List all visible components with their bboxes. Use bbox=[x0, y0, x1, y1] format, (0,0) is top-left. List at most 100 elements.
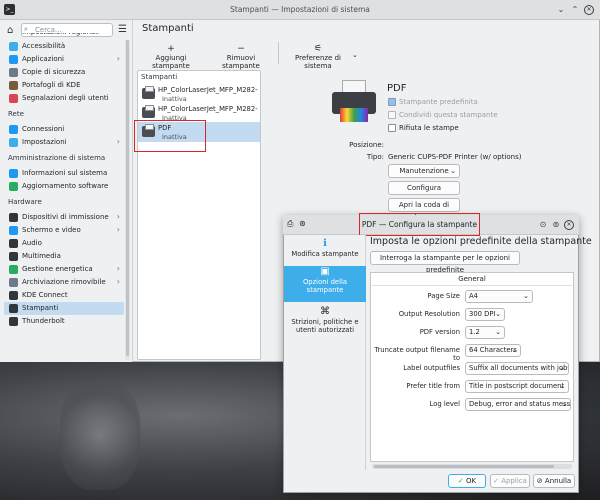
sidebar-item-icon bbox=[9, 213, 18, 222]
toolbar-separator bbox=[278, 42, 279, 64]
sidebar-item-archiviazione-rimovibile[interactable]: Archiviazione rimovibile › bbox=[4, 276, 124, 289]
sidebar-section-header: Rete bbox=[8, 110, 24, 118]
sidebar-item-thunderbolt[interactable]: Thunderbolt bbox=[4, 315, 124, 328]
add-printer-button[interactable]: + Aggiungi stampante bbox=[140, 44, 202, 70]
option-label: PDF version bbox=[419, 328, 460, 336]
sidebar-section-header: Hardware bbox=[8, 198, 42, 206]
apply-label: Applica bbox=[501, 477, 527, 485]
sidebar-scrollbar-thumb[interactable] bbox=[126, 40, 129, 356]
close-icon[interactable]: ✕ bbox=[584, 5, 594, 15]
configure-button[interactable]: Configura bbox=[388, 181, 460, 195]
sidebar-item-label: Thunderbolt bbox=[22, 317, 65, 325]
printer-row[interactable]: HP_ColorLaserJet_MFP_M282-M2...Inattiva bbox=[138, 84, 260, 104]
sidebar-item-icon bbox=[9, 42, 18, 51]
maximize-icon[interactable]: ⌃ bbox=[570, 5, 580, 15]
chevron-down-icon: ⌄ bbox=[495, 328, 501, 336]
sidebar-item-label: Dispositivi di immissione bbox=[22, 213, 109, 221]
options-scrollbar-thumb[interactable] bbox=[374, 465, 554, 468]
chevron-right-icon: › bbox=[116, 277, 120, 286]
option-select[interactable]: Title in postscript document ⌄ bbox=[465, 380, 569, 393]
sidebar-item-label: Segnalazioni degli utenti bbox=[22, 94, 109, 102]
type-value: Generic CUPS-PDF Printer (w/ options) bbox=[388, 153, 522, 161]
option-select[interactable]: 64 Characters ⌄ bbox=[465, 344, 521, 357]
chevron-right-icon: › bbox=[116, 54, 120, 63]
sidebar-item-applicazioni[interactable]: Applicazioni › bbox=[4, 53, 124, 66]
dialog-side-printer-options[interactable]: ▣ Opzioni della stampante bbox=[284, 266, 366, 302]
apply-button[interactable]: ✓ Applica bbox=[490, 474, 530, 488]
info-icon: ℹ bbox=[323, 238, 327, 249]
sidebar-item-dispositivi-di-immissione[interactable]: Dispositivi di immissione › bbox=[4, 211, 124, 224]
apply-icon: ✓ bbox=[493, 477, 499, 485]
printer-row-name: HP_ColorLaserJet_MFP_M282-M2... bbox=[158, 86, 258, 94]
sidebar-item-label: Aggiornamento software bbox=[22, 182, 109, 190]
sidebar-item-kde-connect[interactable]: KDE Connect bbox=[4, 289, 124, 302]
chevron-down-icon: ⌄ bbox=[559, 364, 565, 372]
reject-jobs-checkbox[interactable] bbox=[388, 124, 396, 132]
sidebar-item-label: Impostazioni bbox=[22, 138, 67, 146]
cancel-button[interactable]: ⊘ Annulla bbox=[533, 474, 575, 488]
dialog-help-icon[interactable]: ⊙ bbox=[538, 220, 548, 230]
dialog-side-restrictions[interactable]: ⌘ Strizioni, politiche e utenti autorizz… bbox=[284, 306, 366, 342]
maintenance-label: Manutenzione bbox=[399, 167, 449, 175]
option-value: 1.2 bbox=[469, 328, 480, 336]
query-printer-button[interactable]: Interroga la stampante per le opzioni pr… bbox=[370, 251, 520, 274]
chevron-right-icon: › bbox=[116, 212, 120, 221]
sidebar-item-icon bbox=[9, 81, 18, 90]
sidebar-item-impostazioni[interactable]: Impostazioni › bbox=[4, 136, 124, 149]
sidebar-item-schermo-e-video[interactable]: Schermo e video › bbox=[4, 224, 124, 237]
sidebar-item-copie-di-sicurezza[interactable]: Copie di sicurezza bbox=[4, 66, 124, 79]
option-select[interactable]: 300 DPI ⌄ bbox=[465, 308, 505, 321]
ok-button[interactable]: ✓ OK bbox=[448, 474, 486, 488]
sidebar-item-icon bbox=[9, 125, 18, 134]
dialog-maximize-icon[interactable]: ⊚ bbox=[551, 220, 561, 230]
sidebar-item-aggiornamento-software[interactable]: Aggiornamento software bbox=[4, 180, 124, 193]
maintenance-button[interactable]: Manutenzione ⌄ bbox=[388, 164, 460, 178]
system-preferences-button[interactable]: ⚟ Preferenze di sistema bbox=[282, 44, 354, 70]
sidebar-item-partial[interactable]: Impostazioni regionali bbox=[4, 33, 124, 40]
cancel-icon: ⊘ bbox=[536, 477, 543, 485]
share-printer-checkbox[interactable] bbox=[388, 111, 396, 119]
dialog-side-modify-printer[interactable]: ℹ Modifica stampante bbox=[284, 238, 366, 266]
option-label: Label outputfiles bbox=[403, 364, 460, 372]
sidebar-item-label: Copie di sicurezza bbox=[22, 68, 86, 76]
check-icon: ✓ bbox=[457, 477, 464, 485]
sidebar-item-accessibilit-[interactable]: Accessibilità bbox=[4, 40, 124, 53]
sidebar-section-header: Amministrazione di sistema bbox=[8, 154, 106, 162]
printer-row-status: Inattiva bbox=[162, 95, 187, 103]
sidebar-item-icon bbox=[9, 138, 18, 147]
sidebar-item-audio[interactable]: Audio bbox=[4, 237, 124, 250]
sidebar-item-informazioni-sul-sistema[interactable]: Informazioni sul sistema bbox=[4, 167, 124, 180]
sidebar-item-portafogli-di-kde[interactable]: Portafogli di KDE bbox=[4, 79, 124, 92]
option-label: Log level bbox=[429, 400, 460, 408]
sidebar-item-gestione-energetica[interactable]: Gestione energetica › bbox=[4, 263, 124, 276]
sidebar-item-connessioni[interactable]: Connessioni bbox=[4, 123, 124, 136]
dialog-close-icon[interactable]: ✕ bbox=[564, 220, 574, 230]
chevron-down-icon: ⌄ bbox=[450, 167, 456, 175]
option-select[interactable]: A4 ⌄ bbox=[465, 290, 533, 303]
option-select[interactable]: Debug, error and status messages⌄ bbox=[465, 398, 571, 411]
option-select[interactable]: Suffix all documents with job-id ⌄ bbox=[465, 362, 569, 375]
default-printer-checkbox[interactable] bbox=[388, 98, 396, 106]
option-select[interactable]: 1.2 ⌄ bbox=[465, 326, 505, 339]
window-title: Stampanti — Impostazioni di sistema bbox=[230, 5, 370, 14]
pin-icon[interactable]: ⊛ bbox=[299, 219, 306, 228]
sidebar-item-label: Schermo e video bbox=[22, 226, 81, 234]
sidebar-item-label: Archiviazione rimovibile bbox=[22, 278, 106, 286]
option-label: Truncate output filename to bbox=[374, 346, 460, 362]
default-printer-label: Stampante predefinita bbox=[399, 98, 478, 106]
sidebar-item-icon bbox=[9, 182, 18, 191]
sidebar-item-segnalazioni-degli-utenti[interactable]: Segnalazioni degli utenti bbox=[4, 92, 124, 105]
sidebar-item-stampanti[interactable]: Stampanti bbox=[4, 302, 124, 315]
sidebar-item-icon bbox=[9, 55, 18, 64]
printer-list-header: Stampanti bbox=[141, 73, 178, 81]
chevron-down-icon[interactable]: ⌄ bbox=[352, 51, 358, 59]
chevron-down-icon: ⌄ bbox=[495, 310, 501, 318]
sidebar-item-multimedia[interactable]: Multimedia bbox=[4, 250, 124, 263]
option-value: Title in postscript document bbox=[469, 382, 565, 390]
sidebar-item-label: KDE Connect bbox=[22, 291, 68, 299]
remove-printer-button[interactable]: − Rimuovi stampante bbox=[208, 44, 274, 70]
printer-options-icon: ▣ bbox=[320, 266, 330, 277]
open-queue-button[interactable]: Apri la coda di stampa bbox=[388, 198, 460, 221]
minimize-icon[interactable]: ⌄ bbox=[556, 5, 566, 15]
rss-icon: ⌘ bbox=[320, 306, 330, 317]
